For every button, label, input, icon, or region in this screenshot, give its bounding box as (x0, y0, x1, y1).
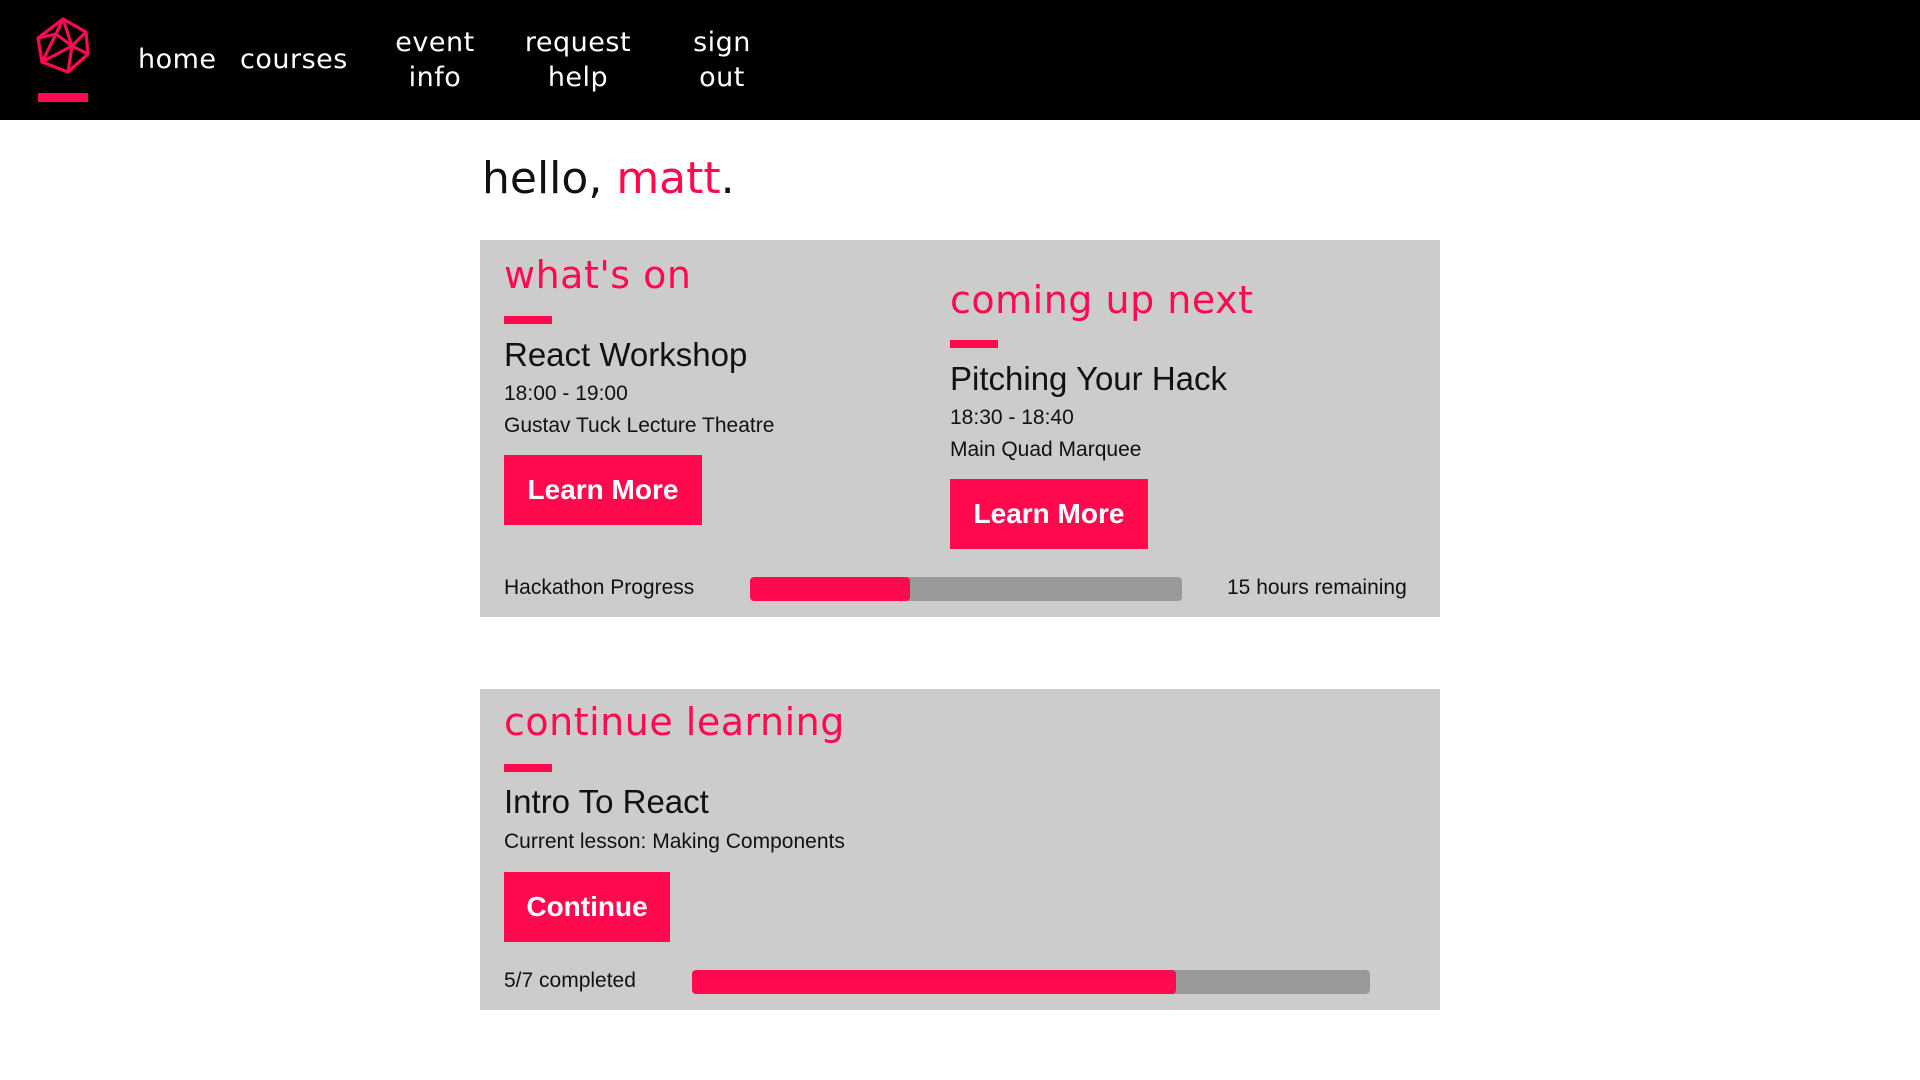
whats-on-accent-bar (504, 316, 552, 324)
nav-home-label: home (138, 44, 217, 75)
nav-event-info-link[interactable]: event info (390, 25, 480, 95)
course-title: Intro To React (504, 783, 709, 820)
top-nav-bar: home courses event info request help sig… (0, 0, 1920, 120)
nav-request-help-link[interactable]: request help (520, 25, 636, 95)
nav-event-info-label-line1: event (395, 27, 475, 58)
nav-home-link[interactable]: home (138, 42, 217, 77)
course-progress-text: 5/7 completed (504, 969, 636, 992)
continue-learning-heading: continue learning (504, 700, 845, 744)
nav-sign-out-label-line2: out (699, 62, 745, 93)
nav-courses-label: courses (240, 44, 348, 75)
polyhedron-gem-icon (36, 17, 90, 74)
continue-button[interactable]: Continue (504, 872, 670, 942)
greeting-user-name: matt (616, 153, 721, 204)
hackathon-remaining-text: 15 hours remaining (1227, 576, 1407, 599)
coming-up-event-time: 18:30 - 18:40 (950, 406, 1074, 429)
whats-on-learn-more-button[interactable]: Learn More (504, 455, 702, 525)
events-card: what's on React Workshop 18:00 - 19:00 G… (480, 240, 1440, 617)
whats-on-event-location: Gustav Tuck Lecture Theatre (504, 414, 775, 437)
logo[interactable] (32, 16, 94, 104)
nav-request-help-label-line1: request (524, 27, 632, 58)
greeting-suffix: . (720, 153, 735, 204)
coming-up-learn-more-button[interactable]: Learn More (950, 479, 1148, 549)
whats-on-event-title: React Workshop (504, 336, 748, 373)
course-progress-bar (692, 970, 1370, 994)
continue-learning-card: continue learning Intro To React Current… (480, 689, 1440, 1010)
continue-learning-accent-bar (504, 764, 552, 772)
nav-sign-out-label-line1: sign (693, 27, 751, 58)
course-progress-fill (692, 970, 1177, 994)
nav-request-help-label-line2: help (547, 62, 609, 93)
current-lesson-text: Current lesson: Making Components (504, 830, 845, 853)
whats-on-event-time: 18:00 - 19:00 (504, 382, 628, 405)
coming-up-next-accent-bar (950, 340, 998, 348)
hackathon-progress-fill (750, 577, 910, 601)
nav-sign-out-link[interactable]: sign out (680, 25, 764, 95)
coming-up-event-location: Main Quad Marquee (950, 438, 1142, 461)
coming-up-event-title: Pitching Your Hack (950, 360, 1228, 397)
nav-courses-link[interactable]: courses (240, 42, 348, 77)
whats-on-heading: what's on (504, 253, 692, 297)
hackathon-progress-label: Hackathon Progress (504, 576, 695, 599)
greeting-prefix: hello, (482, 153, 617, 204)
greeting-heading: hello, matt. (482, 152, 735, 206)
active-nav-indicator (38, 93, 88, 102)
nav-event-info-label-line2: info (408, 62, 462, 93)
hackathon-progress-bar (750, 577, 1182, 601)
coming-up-next-heading: coming up next (950, 278, 1254, 322)
